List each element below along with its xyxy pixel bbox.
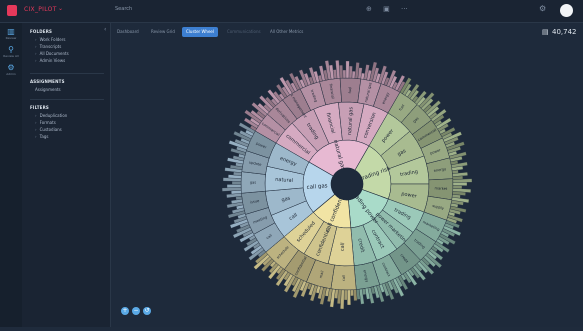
nav-rail: ▥ Review ⚲ Review All ⚙ Admin bbox=[0, 23, 22, 327]
more-icon[interactable]: ··· bbox=[401, 5, 408, 13]
zoom-out-button[interactable]: − bbox=[132, 307, 140, 315]
search-input[interactable]: Search bbox=[115, 6, 132, 12]
sidebar-item-label: Admin Views bbox=[39, 58, 66, 63]
center-hole bbox=[331, 168, 363, 200]
bag-icon[interactable]: ▣ bbox=[383, 5, 390, 13]
chevron-right-icon: › bbox=[35, 58, 37, 63]
tab-cluster-wheel[interactable]: Cluster Wheel bbox=[182, 27, 218, 37]
settings-gear-icon[interactable]: ⚙ bbox=[539, 4, 546, 13]
sector-fringe[interactable] bbox=[452, 185, 463, 189]
folders-heading: FOLDERS bbox=[30, 29, 53, 34]
sector-fringe[interactable] bbox=[347, 289, 351, 306]
sidebar-item-transcripts[interactable]: › Transcripts bbox=[35, 44, 61, 49]
chart-icon: ▥ bbox=[7, 27, 15, 36]
chevron-down-icon[interactable]: ⌄ bbox=[58, 5, 63, 12]
avatar[interactable] bbox=[560, 4, 573, 17]
sector-fringe[interactable] bbox=[345, 60, 350, 79]
filters-heading: FILTERS bbox=[30, 105, 49, 110]
sidebar-item-assignments[interactable]: Assignments bbox=[35, 87, 61, 92]
sector-outer-label: call bbox=[342, 275, 346, 281]
chevron-right-icon: › bbox=[35, 120, 37, 125]
sector-outer-label: market bbox=[434, 186, 448, 191]
tab-review-grid[interactable]: Review Grid bbox=[147, 27, 179, 37]
rail-item-label: Admin bbox=[6, 72, 16, 76]
rail-item-review-all[interactable]: ⚲ Review All bbox=[0, 45, 22, 65]
app-window: CIX_PILOT ⌄ Search ⊕ ▣ ··· ⚙ ▥ Review ⚲ … bbox=[0, 0, 583, 327]
sector-fringe[interactable] bbox=[350, 289, 354, 297]
chevron-right-icon: › bbox=[35, 127, 37, 132]
collapse-sidebar-icon[interactable]: ‹ bbox=[104, 26, 106, 33]
sector-fringe[interactable] bbox=[339, 64, 344, 79]
sidebar-item-label: Transcripts bbox=[39, 44, 62, 49]
chevron-right-icon: › bbox=[35, 37, 37, 42]
rail-item-admin[interactable]: ⚙ Admin bbox=[0, 63, 22, 83]
sidebar-item-all-documents[interactable]: › All Documents bbox=[35, 51, 69, 56]
sidebar-item-formats[interactable]: › Formats bbox=[35, 120, 56, 125]
chevron-right-icon: › bbox=[35, 134, 37, 139]
sector-fringe[interactable] bbox=[231, 181, 242, 185]
chevron-right-icon: › bbox=[35, 51, 37, 56]
sector-fringe[interactable] bbox=[452, 175, 464, 180]
top-icons: ⊕ ▣ ··· bbox=[366, 5, 417, 13]
sidebar-item-label: Work Folders bbox=[39, 37, 66, 42]
sidebar-item-deduplication[interactable]: › Deduplication bbox=[35, 113, 67, 118]
main-panel: Dashboard Review Grid Cluster Wheel Comm… bbox=[111, 23, 583, 327]
tab-all-other-metrics[interactable]: All Other Metrics bbox=[266, 27, 307, 37]
app-name[interactable]: CIX_PILOT bbox=[24, 6, 57, 13]
document-count: 40,742 bbox=[552, 28, 577, 36]
assignments-heading: ASSIGNMENTS bbox=[30, 79, 65, 84]
sidebar-item-tags[interactable]: › Tags bbox=[35, 134, 48, 139]
sector-outer-label: gas bbox=[250, 181, 257, 185]
rail-item-review[interactable]: ▥ Review bbox=[0, 27, 22, 47]
sidebar-item-label: All Documents bbox=[39, 51, 69, 56]
tab-communications[interactable]: Communications bbox=[223, 27, 265, 37]
sidebar-item-custodians[interactable]: › Custodians bbox=[35, 127, 62, 132]
tab-dashboard[interactable]: Dashboard bbox=[113, 27, 143, 37]
divider bbox=[30, 99, 104, 100]
sector-mid-label: natural bbox=[275, 177, 293, 184]
app-logo[interactable] bbox=[7, 5, 17, 16]
filter-icon: ⚲ bbox=[8, 45, 14, 54]
sector-outer-label: fuel bbox=[348, 87, 352, 94]
sector-fringe[interactable] bbox=[452, 178, 473, 183]
rail-item-label: Review bbox=[5, 36, 17, 40]
sector-mid-label: call bbox=[340, 242, 347, 251]
rail-item-label: Review All bbox=[3, 54, 19, 58]
divider bbox=[30, 73, 104, 74]
chevron-right-icon: › bbox=[35, 113, 37, 118]
sector-fringe[interactable] bbox=[342, 69, 347, 79]
sector-fringe[interactable] bbox=[452, 182, 468, 186]
sector-fringe[interactable] bbox=[226, 184, 242, 188]
sidebar-item-label: Custodians bbox=[39, 127, 62, 132]
sector-fringe[interactable] bbox=[343, 289, 348, 301]
gear-icon: ⚙ bbox=[7, 63, 15, 72]
sidebar-item-admin-views[interactable]: › Admin Views bbox=[35, 58, 65, 63]
zoom-in-button[interactable]: + bbox=[121, 307, 129, 315]
sidebar-item-label: Deduplication bbox=[39, 113, 68, 118]
sidebar-item-work-folders[interactable]: › Work Folders bbox=[35, 37, 65, 42]
target-icon[interactable]: ⊕ bbox=[366, 5, 372, 13]
sidebar-item-label: Formats bbox=[39, 120, 56, 125]
sunburst-svg: commercialtrading financial natural gas con… bbox=[221, 60, 473, 310]
reset-view-button[interactable]: ↺ bbox=[143, 307, 151, 315]
top-bar: CIX_PILOT ⌄ Search ⊕ ▣ ··· ⚙ bbox=[0, 0, 583, 23]
sidebar: ‹ FOLDERS › Work Folders › Transcripts › Al… bbox=[22, 23, 111, 327]
document-count-icon: ▤ bbox=[542, 28, 549, 36]
cluster-wheel-chart: commercial trading financial natural gas con… bbox=[111, 39, 583, 327]
sidebar-item-label: Tags bbox=[39, 134, 49, 139]
chevron-right-icon: › bbox=[35, 44, 37, 49]
view-tabs: Dashboard Review Grid Cluster Wheel Comm… bbox=[111, 27, 583, 37]
